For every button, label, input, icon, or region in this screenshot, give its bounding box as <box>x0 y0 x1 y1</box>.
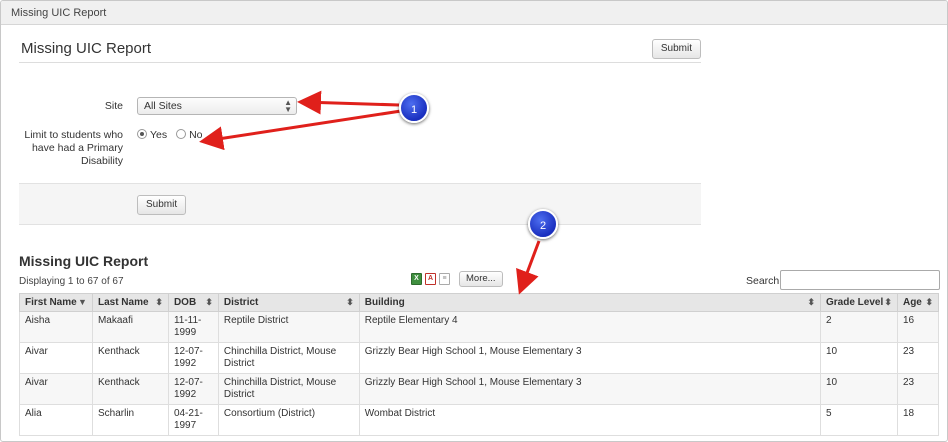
table-cell: Aivar <box>19 373 93 405</box>
window-title: Missing UIC Report <box>11 7 107 19</box>
annotation-badge-2: 2 <box>528 209 558 239</box>
table-cell: Grizzly Bear High School 1, Mouse Elemen… <box>358 342 822 374</box>
panel-header: Missing UIC Report Submit <box>19 35 701 63</box>
submit-top-button[interactable]: Submit <box>651 38 701 59</box>
report-window: Missing UIC Report Missing UIC Report Su… <box>0 0 948 442</box>
table-row: Aivar Kenthack 12-07- 1992 Chinchilla Distr… <box>19 373 940 405</box>
table-cell: 12-07- 1992 <box>167 373 219 405</box>
table-cell: Wombat District <box>358 404 822 436</box>
report-options-panel: Missing UIC Report Submit Site All Sites… <box>19 35 701 225</box>
table-cell: 11-11- 1999 <box>167 311 219 343</box>
table-cell: Consortium (District) <box>217 404 360 436</box>
table-row: Alia Scharlin 04-21- 1997 Consortium (Distr… <box>19 404 940 436</box>
report-title: Missing UIC Report <box>19 253 149 269</box>
table-cell: Alia <box>19 404 93 436</box>
table-cell: 2 <box>820 311 898 343</box>
table-cell: 12-07- 1992 <box>167 342 219 374</box>
table-cell: Kenthack <box>91 373 169 405</box>
csv-export-icon[interactable]: ≡ <box>439 273 450 285</box>
radio-yes-label: Yes <box>150 129 168 141</box>
table-row: Aisha Makaafi 11-11- 1999 Reptile District R… <box>19 311 940 343</box>
col-building[interactable]: Building ⬍ <box>358 293 822 312</box>
export-tools: X A ≡ More... <box>411 271 503 287</box>
table-cell: 23 <box>896 342 940 374</box>
table-body: Aisha Makaafi 11-11- 1999 Reptile District R… <box>19 311 940 436</box>
sort-icon: ⬍ <box>807 297 815 307</box>
sort-icon: ⬍ <box>925 297 933 307</box>
annotation-arrow-radio <box>199 109 402 151</box>
table-header-row: First Name ▼ Last Name ⬍ DOB ⬍ District ⬍ Bu… <box>19 293 940 312</box>
sort-icon: ⬍ <box>155 297 163 307</box>
sort-icon: ⬍ <box>346 297 354 307</box>
table-cell: Chinchilla District, Mouse District <box>217 342 360 374</box>
col-first-name[interactable]: First Name ▼ <box>19 293 93 312</box>
col-last-name[interactable]: Last Name ⬍ <box>91 293 169 312</box>
table-cell: 5 <box>820 404 898 436</box>
table-cell: Chinchilla District, Mouse District <box>217 373 360 405</box>
table-cell: 18 <box>896 404 940 436</box>
table-cell: 10 <box>820 373 898 405</box>
search-input[interactable] <box>780 270 940 290</box>
limit-label-line2: have had a Primary <box>31 142 123 154</box>
table-cell: Grizzly Bear High School 1, Mouse Elemen… <box>358 373 822 405</box>
table-cell: Reptile District <box>217 311 360 343</box>
report-table: First Name ▼ Last Name ⬍ DOB ⬍ District ⬍ Bu… <box>19 293 940 436</box>
excel-export-icon[interactable]: X <box>411 273 422 285</box>
annotation-arrow-site <box>297 90 400 115</box>
limit-radio-group: Yes No <box>137 129 209 141</box>
table-cell: Aivar <box>19 342 93 374</box>
table-cell: 16 <box>896 311 940 343</box>
site-select-value: All Sites <box>144 100 182 112</box>
form-actions: Submit <box>19 183 701 225</box>
table-cell: Scharlin <box>91 404 169 436</box>
site-select[interactable]: All Sites ▲ ▼ <box>137 97 297 115</box>
sort-icon: ⬍ <box>884 297 892 307</box>
more-button[interactable]: More... <box>459 271 503 287</box>
sort-desc-icon: ▼ <box>78 297 87 307</box>
table-row: Aivar Kenthack 12-07- 1992 Chinchilla Distr… <box>19 342 940 374</box>
pdf-export-icon[interactable]: A <box>425 273 436 285</box>
table-cell: Reptile Elementary 4 <box>358 311 822 343</box>
radio-no-label: No <box>189 129 203 141</box>
table-cell: 10 <box>820 342 898 374</box>
panel-title: Missing UIC Report <box>21 40 152 57</box>
col-grade-level[interactable]: Grade Level ⬍ <box>820 293 898 312</box>
site-label: Site <box>104 100 123 112</box>
limit-label-line3: Disability <box>80 155 123 167</box>
radio-no[interactable] <box>176 129 187 139</box>
annotation-badge-1: 1 <box>399 93 429 123</box>
display-info: Displaying 1 to 67 of 67 <box>19 276 124 287</box>
col-district[interactable]: District ⬍ <box>217 293 360 312</box>
sort-icon: ⬍ <box>205 297 213 307</box>
limit-label-line1: Limit to students who <box>24 129 123 141</box>
col-age[interactable]: Age ⬍ <box>896 293 940 312</box>
annotation-arrow-building <box>516 240 541 295</box>
table-cell: Makaafi <box>91 311 169 343</box>
submit-bottom-button[interactable]: Submit <box>137 195 187 215</box>
table-cell: Aisha <box>19 311 93 343</box>
limit-label: Limit to students who have had a Primary… <box>19 129 123 168</box>
table-cell: Kenthack <box>91 342 169 374</box>
window-title-bar: Missing UIC Report <box>1 1 947 25</box>
table-cell: 23 <box>896 373 940 405</box>
search-label: Search <box>746 275 780 287</box>
select-arrows-icon: ▲ ▼ <box>284 98 292 114</box>
col-dob[interactable]: DOB ⬍ <box>167 293 219 312</box>
radio-yes[interactable] <box>137 129 147 139</box>
table-cell: 04-21- 1997 <box>167 404 219 436</box>
